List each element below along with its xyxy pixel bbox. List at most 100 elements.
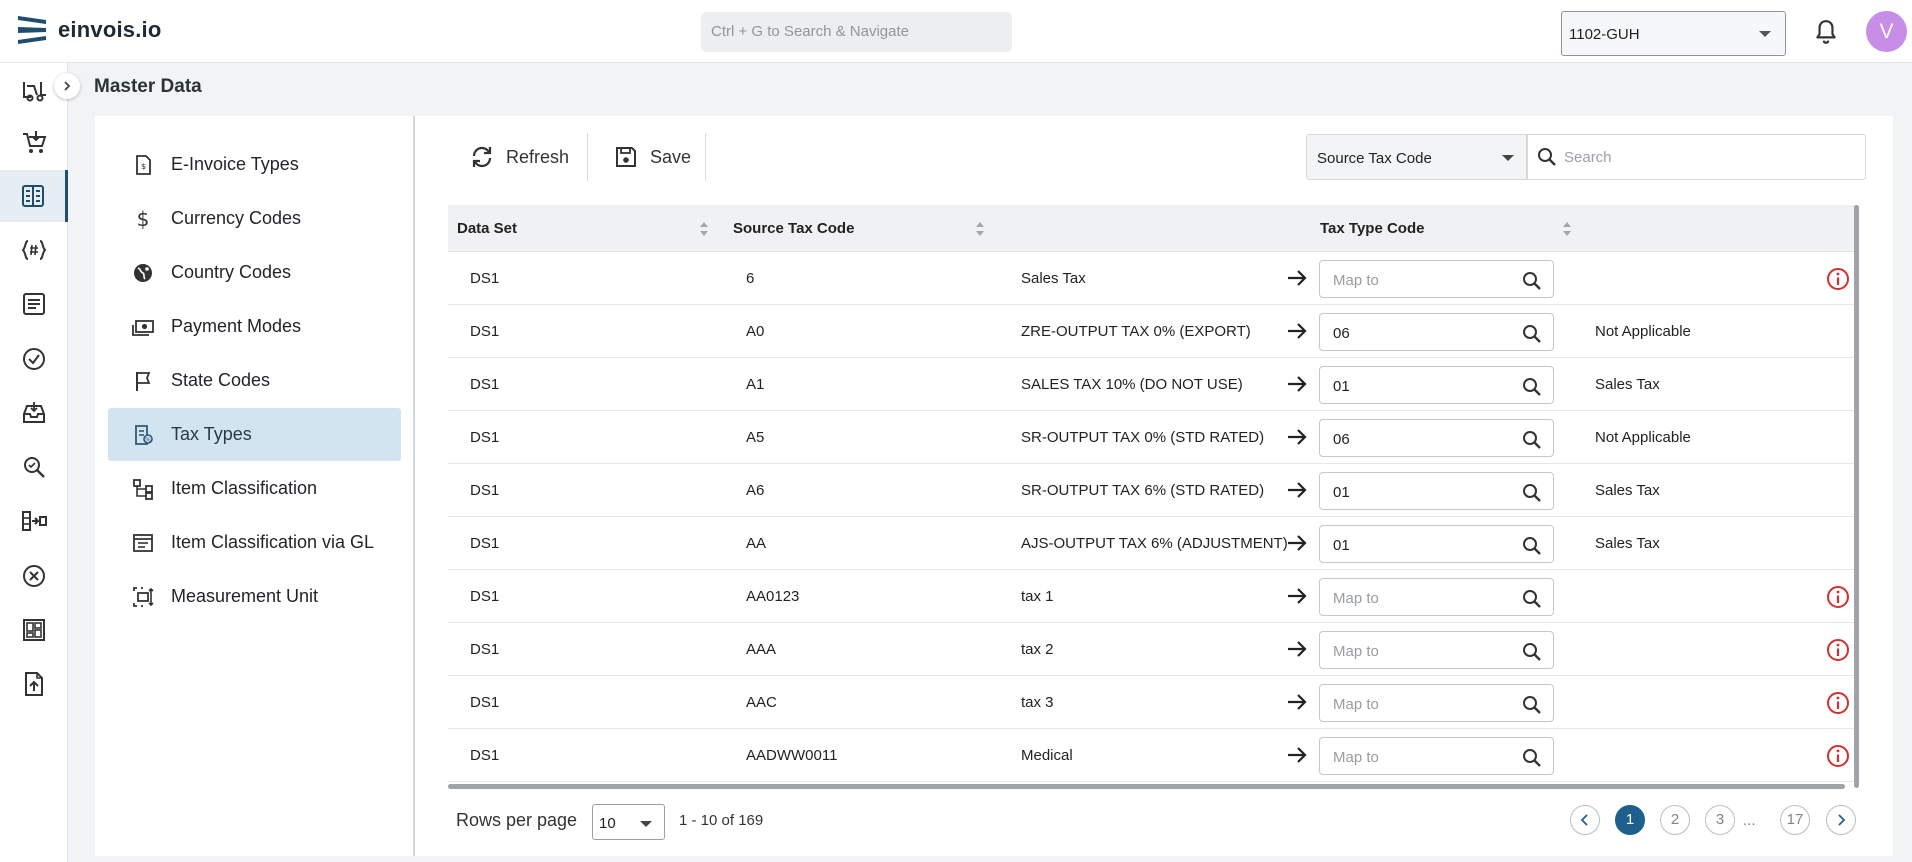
- arrow-right-icon: [1288, 694, 1307, 710]
- page-button-17[interactable]: 17: [1780, 805, 1810, 835]
- list-icon: [23, 293, 45, 315]
- table-row: DS1 AADWW0011 Medical Map to: [448, 729, 1858, 782]
- company-select[interactable]: 1102-GUH: [1561, 11, 1786, 56]
- bell-icon[interactable]: [1813, 18, 1839, 46]
- rail-item-flow[interactable]: [0, 495, 68, 547]
- nav-item-country-codes[interactable]: Country Codes: [108, 246, 401, 299]
- save-icon: [616, 147, 636, 167]
- cell-tax-type-name: Not Applicable: [1595, 323, 1691, 340]
- rail-item-list[interactable]: [0, 278, 68, 330]
- mapped-value: 01: [1333, 484, 1350, 501]
- sort-icon[interactable]: [1562, 220, 1572, 238]
- page-button-2[interactable]: 2: [1660, 805, 1690, 835]
- sort-icon[interactable]: [699, 220, 709, 238]
- master-data-icon: [21, 185, 44, 207]
- table-search-input[interactable]: Search: [1527, 134, 1866, 180]
- avatar[interactable]: V: [1866, 11, 1907, 52]
- table-row: DS1 AA0123 tax 1 Map to: [448, 570, 1858, 623]
- next-page-button[interactable]: [1826, 805, 1856, 835]
- refresh-label: Refresh: [506, 146, 570, 167]
- arrow-right-icon: [1288, 535, 1307, 551]
- rows-per-page-label: Rows per page: [456, 810, 578, 830]
- nav-item-payment-modes[interactable]: Payment Modes: [108, 300, 401, 353]
- cell-source-tax-code: A5: [746, 429, 765, 446]
- warning-icon[interactable]: [1826, 744, 1850, 768]
- rail-item-master-data[interactable]: [0, 170, 68, 222]
- rail-item-inbox[interactable]: [0, 387, 68, 439]
- tax-type-map-input[interactable]: 01: [1319, 472, 1554, 510]
- nav-item-label: Item Classification via GL: [171, 532, 375, 552]
- nav-item-item-classification[interactable]: Item Classification: [108, 462, 401, 515]
- mapped-value: 01: [1333, 378, 1350, 395]
- nav-item-e-invoice-types[interactable]: $ E-Invoice Types: [108, 138, 401, 191]
- cell-tax-type-name: Sales Tax: [1595, 482, 1660, 499]
- prev-page-button[interactable]: [1570, 805, 1600, 835]
- cell-data-set: DS1: [470, 323, 500, 340]
- arrow-right-icon: [1288, 588, 1307, 604]
- search-icon[interactable]: [1521, 641, 1543, 663]
- rail-item-cancel[interactable]: [0, 550, 68, 602]
- search-icon[interactable]: [1521, 588, 1543, 610]
- table-row: DS1 A6 SR-OUTPUT TAX 6% (STD RATED) 01 S…: [448, 464, 1858, 517]
- warning-icon[interactable]: [1826, 585, 1850, 609]
- nav-item-item-classification-via-gl[interactable]: Item Classification via GL: [108, 516, 401, 569]
- rail-expand-button[interactable]: [54, 73, 80, 99]
- top-bar: einvois.io Ctrl + G to Search & Navigate…: [0, 0, 1912, 63]
- column-header-source-tax-code[interactable]: Source Tax Code: [733, 220, 854, 237]
- tax-type-map-input[interactable]: Map to: [1319, 260, 1554, 298]
- tax-type-map-input[interactable]: 01: [1319, 525, 1554, 563]
- table-row: DS1 A0 ZRE-OUTPUT TAX 0% (EXPORT) 06 Not…: [448, 305, 1858, 358]
- rail-item-approve[interactable]: [0, 333, 68, 385]
- tax-type-map-input[interactable]: Map to: [1319, 684, 1554, 722]
- nav-item-measurement-unit[interactable]: Measurement Unit: [108, 570, 401, 623]
- save-button[interactable]: Save: [614, 134, 691, 180]
- search-icon[interactable]: [1521, 747, 1543, 769]
- table-row: DS1 AA AJS-OUTPUT TAX 6% (ADJUSTMENT) 01…: [448, 517, 1858, 570]
- warning-icon[interactable]: [1826, 267, 1850, 291]
- search-icon[interactable]: [1521, 482, 1543, 504]
- rail-item-search[interactable]: [0, 441, 68, 493]
- tax-type-map-input[interactable]: 06: [1319, 313, 1554, 351]
- rail-item-cart[interactable]: [0, 117, 68, 169]
- search-icon[interactable]: [1521, 429, 1543, 451]
- search-icon[interactable]: [1521, 323, 1543, 345]
- cell-tax-type-name: Sales Tax: [1595, 535, 1660, 552]
- page-button-3[interactable]: 3: [1705, 805, 1735, 835]
- refresh-button[interactable]: Refresh: [470, 134, 569, 180]
- money-icon: [132, 319, 154, 336]
- nav-item-state-codes[interactable]: State Codes: [108, 354, 401, 407]
- column-header-data-set[interactable]: Data Set: [457, 220, 517, 237]
- arrow-right-icon: [1288, 270, 1307, 286]
- chevron-right-icon: [1838, 814, 1846, 826]
- horizontal-scrollbar[interactable]: [448, 784, 1845, 789]
- nav-item-currency-codes[interactable]: $ Currency Codes: [108, 192, 401, 245]
- rail-item-upload[interactable]: [0, 658, 68, 710]
- warning-icon[interactable]: [1826, 691, 1850, 715]
- logo[interactable]: einvois.io: [18, 14, 161, 46]
- cell-source-tax-code: AADWW0011: [746, 747, 838, 764]
- tax-type-map-input[interactable]: Map to: [1319, 631, 1554, 669]
- global-search-input[interactable]: Ctrl + G to Search & Navigate: [701, 12, 1012, 52]
- search-icon[interactable]: [1521, 270, 1543, 292]
- vertical-scrollbar[interactable]: [1854, 205, 1859, 788]
- tax-type-map-input[interactable]: Map to: [1319, 578, 1554, 616]
- tax-type-map-input[interactable]: Map to: [1319, 737, 1554, 775]
- warning-icon[interactable]: [1826, 638, 1850, 662]
- rows-per-page-select[interactable]: 10: [592, 804, 665, 840]
- save-label: Save: [650, 146, 692, 167]
- search-icon[interactable]: [1521, 535, 1543, 557]
- search-icon[interactable]: [1521, 694, 1543, 716]
- page-range: 1 - 10 of 169: [679, 812, 764, 829]
- tax-type-map-input[interactable]: 01: [1319, 366, 1554, 404]
- rail-item-code[interactable]: [0, 224, 68, 276]
- filter-field-select[interactable]: Source Tax Code: [1306, 134, 1527, 180]
- search-icon[interactable]: [1521, 376, 1543, 398]
- cell-description: Medical: [1021, 747, 1073, 764]
- column-header-tax-type-code[interactable]: Tax Type Code: [1320, 220, 1424, 237]
- ledger-icon: [133, 533, 153, 552]
- page-button-1[interactable]: 1: [1615, 805, 1645, 835]
- nav-item-tax-types[interactable]: % Tax Types: [108, 408, 401, 461]
- tax-type-map-input[interactable]: 06: [1319, 419, 1554, 457]
- sort-icon[interactable]: [975, 220, 985, 238]
- rail-item-dashboard[interactable]: [0, 604, 68, 656]
